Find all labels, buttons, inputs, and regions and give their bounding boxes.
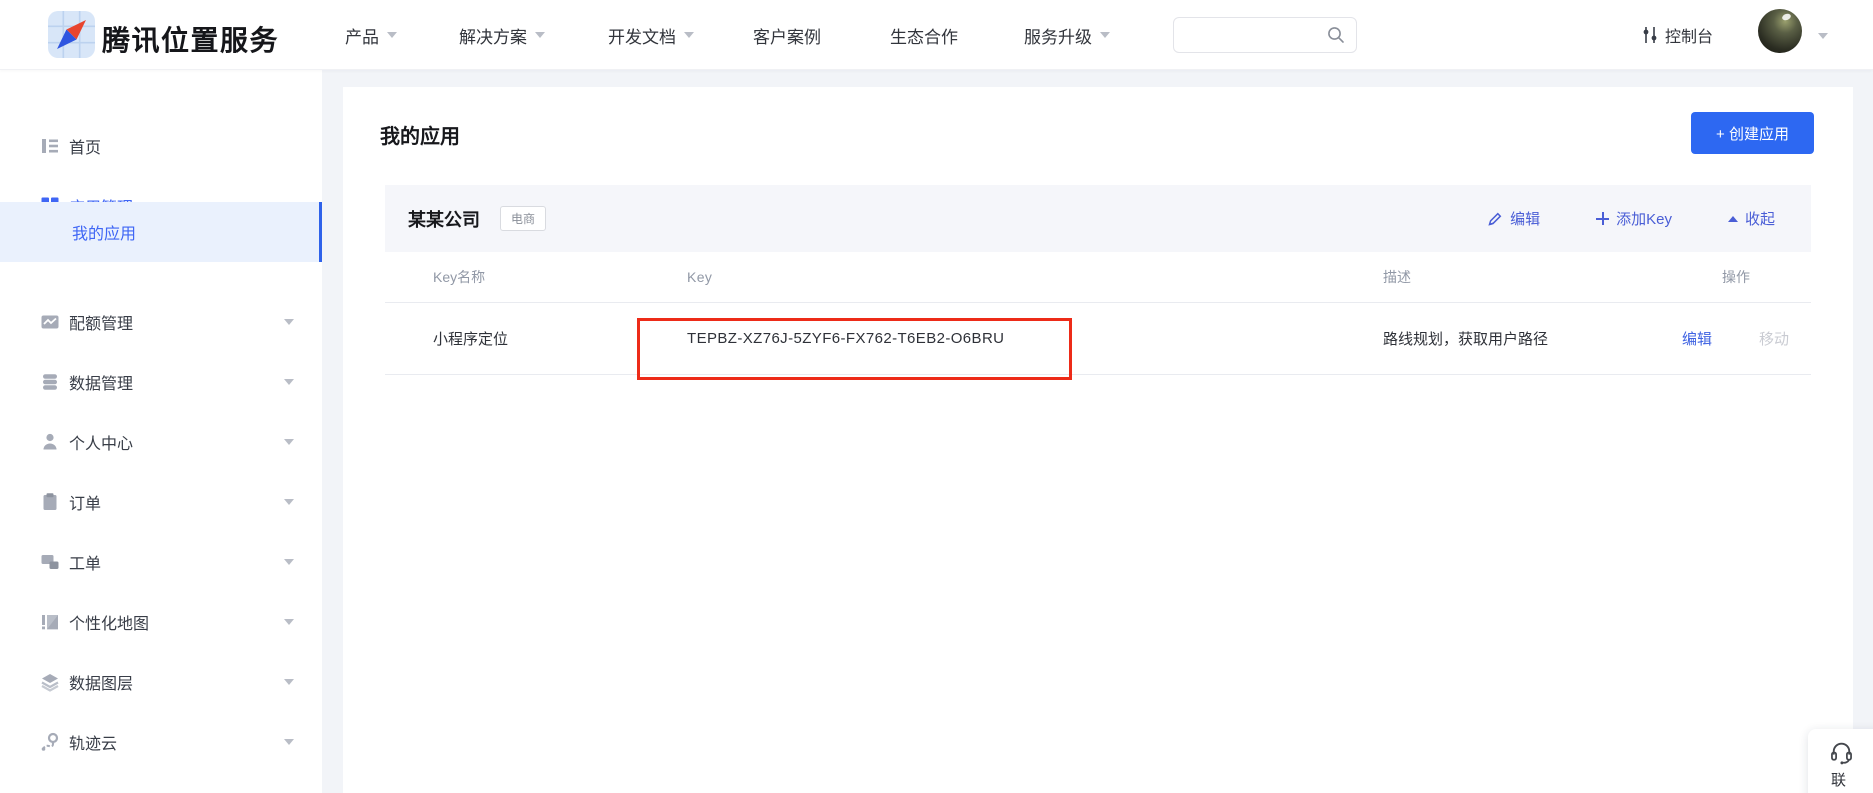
- chevron-up-icon: [1728, 216, 1738, 222]
- chevron-down-icon: [284, 499, 294, 505]
- app-section-header: 某某公司 电商 编辑 添加Key 收起: [385, 185, 1811, 252]
- content-card: 我的应用 + 创建应用 某某公司 电商 编辑 添加Key: [343, 87, 1853, 793]
- plus-icon: [1596, 212, 1609, 225]
- column-header-description: 描述: [1383, 252, 1411, 302]
- brand-logo-icon[interactable]: [48, 11, 95, 58]
- tencent-lbs-console: 腾讯位置服务 产品 解决方案 开发文档 客户案例 生态合作 服务升级: [0, 0, 1873, 793]
- sidebar-item-quota-management[interactable]: 配额管理: [0, 292, 322, 352]
- track-pin-icon: [40, 732, 60, 752]
- collapse-button[interactable]: 收起: [1728, 208, 1775, 229]
- nav-item-customer-cases[interactable]: 客户案例: [753, 0, 821, 70]
- avatar[interactable]: [1758, 9, 1802, 53]
- app-actions: 编辑 添加Key 收起: [1487, 185, 1775, 252]
- clipboard-icon: [40, 492, 60, 512]
- sidebar-item-track-cloud[interactable]: 轨迹云: [0, 712, 322, 772]
- chevron-down-icon: [284, 619, 294, 625]
- pencil-icon: [1487, 211, 1503, 227]
- nav-label: 生态合作: [890, 23, 958, 48]
- chevron-down-icon: [684, 32, 694, 38]
- annotation-red-box: [637, 318, 1072, 380]
- chevron-down-icon: [1100, 32, 1110, 38]
- home-list-icon: [40, 136, 60, 156]
- sidebar-label: 个人中心: [69, 430, 133, 454]
- nav-label: 解决方案: [459, 23, 527, 48]
- cell-description: 路线规划，获取用户路径: [1383, 303, 1548, 374]
- keys-table: Key名称 Key 描述 操作 小程序定位 TEPBZ-XZ76J-5ZYF6-…: [385, 252, 1811, 375]
- sidebar-label: 数据管理: [69, 370, 133, 394]
- sidebar-label: 配额管理: [69, 310, 133, 334]
- column-header-key-name: Key名称: [433, 252, 485, 302]
- sidebar-item-home[interactable]: 首页: [0, 116, 322, 176]
- headset-icon: [1828, 739, 1855, 766]
- sidebar-item-my-apps[interactable]: 我的应用: [0, 202, 322, 262]
- sidebar-item-orders[interactable]: 订单: [0, 472, 322, 532]
- nav-item-dev-docs[interactable]: 开发文档: [608, 0, 694, 70]
- user-icon: [40, 432, 60, 452]
- search-box[interactable]: [1173, 17, 1357, 53]
- edit-app-button[interactable]: 编辑: [1487, 208, 1540, 229]
- top-header: 腾讯位置服务 产品 解决方案 开发文档 客户案例 生态合作 服务升级: [0, 0, 1873, 70]
- app-category-tag: 电商: [500, 206, 546, 231]
- chevron-down-icon: [284, 319, 294, 325]
- sidebar-item-work-orders[interactable]: 工单: [0, 532, 322, 592]
- contact-label: 联: [1831, 769, 1846, 790]
- column-header-key: Key: [687, 252, 712, 302]
- sidebar-label: 数据图层: [69, 670, 133, 694]
- nav-label: 产品: [345, 23, 379, 48]
- sidebar-item-data-management[interactable]: 数据管理: [0, 352, 322, 412]
- cell-actions: 编辑 移动: [1682, 303, 1789, 374]
- search-input[interactable]: [1184, 18, 1324, 52]
- sidebar-item-personal-center[interactable]: 个人中心: [0, 412, 322, 472]
- sliders-icon: [1641, 25, 1659, 45]
- sidebar-label: 工单: [69, 550, 101, 574]
- avatar-chevron-down-icon[interactable]: [1818, 33, 1828, 39]
- nav-item-service-upgrade[interactable]: 服务升级: [1024, 0, 1110, 70]
- chevron-down-icon: [284, 679, 294, 685]
- database-icon: [40, 372, 60, 392]
- table-row: 小程序定位 TEPBZ-XZ76J-5ZYF6-FX762-T6EB2-O6BR…: [385, 303, 1811, 375]
- page-title: 我的应用: [380, 120, 460, 149]
- search-icon[interactable]: [1326, 25, 1346, 50]
- contact-widget[interactable]: 联: [1808, 729, 1873, 793]
- nav-item-solutions[interactable]: 解决方案: [459, 0, 545, 70]
- sidebar-item-data-layers[interactable]: 数据图层: [0, 652, 322, 712]
- nav-item-ecosystem[interactable]: 生态合作: [890, 0, 958, 70]
- chevron-down-icon: [535, 32, 545, 38]
- console-link[interactable]: 控制台: [1641, 0, 1713, 70]
- sidebar-item-custom-map[interactable]: 个性化地图: [0, 592, 322, 652]
- move-key-link[interactable]: 移动: [1759, 328, 1789, 349]
- app-name: 某某公司: [408, 206, 480, 232]
- sidebar-label: 我的应用: [72, 220, 136, 244]
- nav-label: 客户案例: [753, 23, 821, 48]
- create-app-button[interactable]: + 创建应用: [1691, 112, 1814, 154]
- chat-bubbles-icon: [40, 552, 60, 572]
- chevron-down-icon: [387, 32, 397, 38]
- sidebar: 首页 应用管理 我的应用 配额管理: [0, 70, 322, 793]
- nav-item-products[interactable]: 产品: [345, 0, 397, 70]
- layers-icon: [40, 672, 60, 692]
- sidebar-label: 轨迹云: [69, 730, 117, 754]
- sidebar-label: 首页: [69, 134, 101, 158]
- custom-map-icon: [40, 612, 60, 632]
- console-label: 控制台: [1665, 23, 1713, 47]
- cell-key-name: 小程序定位: [433, 303, 508, 374]
- nav-label: 开发文档: [608, 23, 676, 48]
- nav-label: 服务升级: [1024, 23, 1092, 48]
- add-key-button[interactable]: 添加Key: [1596, 208, 1672, 229]
- sidebar-label: 个性化地图: [69, 610, 149, 634]
- quota-chart-icon: [40, 312, 60, 332]
- sidebar-label: 订单: [69, 490, 101, 514]
- table-header-row: Key名称 Key 描述 操作: [385, 252, 1811, 303]
- column-header-operation: 操作: [1722, 252, 1750, 302]
- edit-key-link[interactable]: 编辑: [1682, 328, 1712, 349]
- chevron-down-icon: [284, 379, 294, 385]
- chevron-down-icon: [284, 439, 294, 445]
- chevron-down-icon: [284, 559, 294, 565]
- chevron-down-icon: [284, 739, 294, 745]
- brand-name[interactable]: 腾讯位置服务: [102, 19, 279, 59]
